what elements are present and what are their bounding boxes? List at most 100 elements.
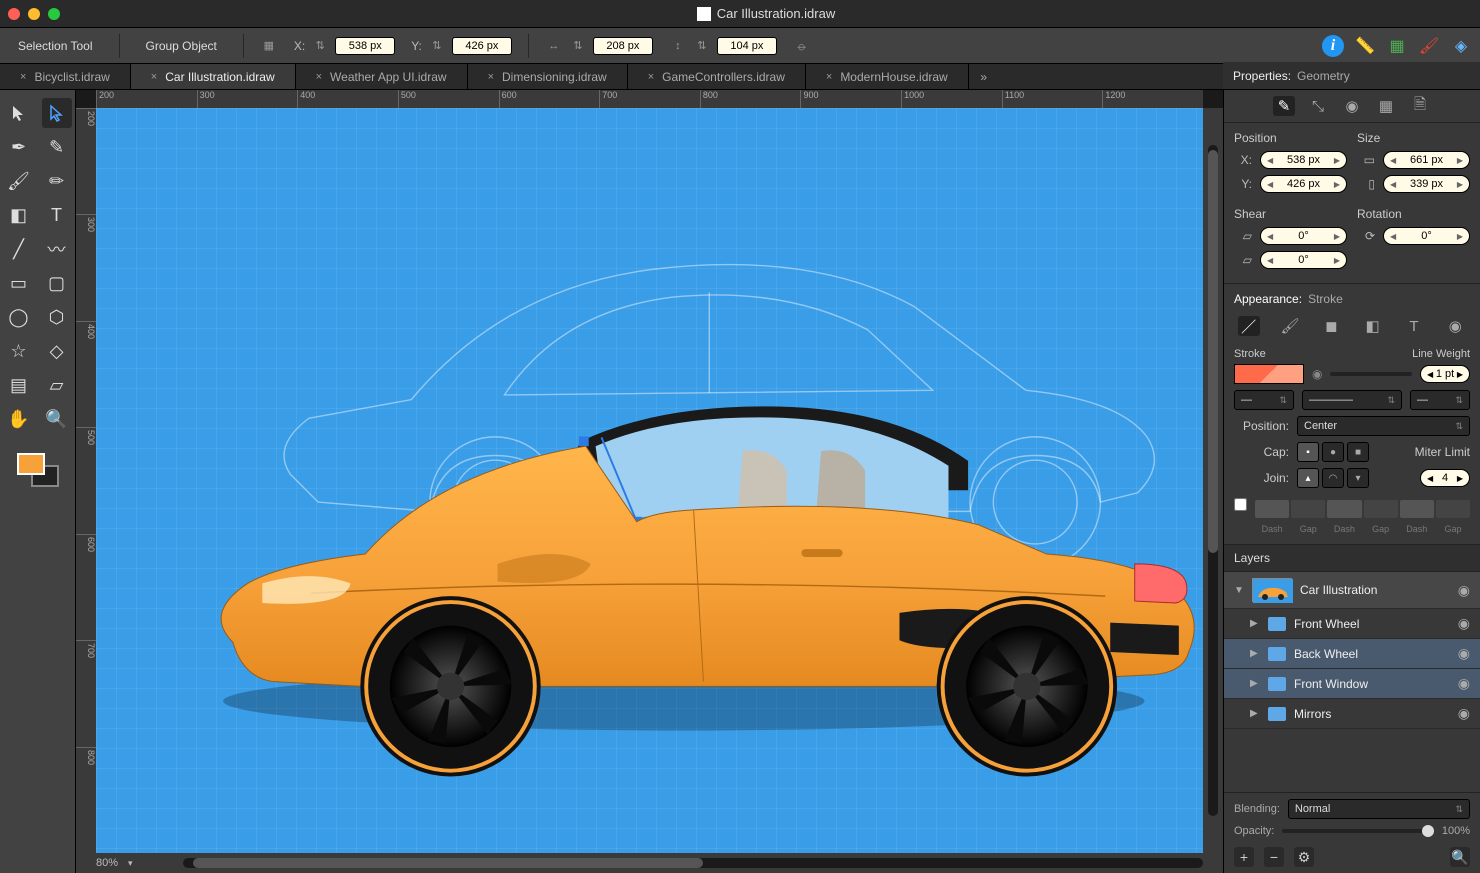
disclosure-icon[interactable]: ▶: [1250, 678, 1260, 689]
join-bevel[interactable]: ▾: [1347, 468, 1369, 488]
stepper-icon[interactable]: ⇅: [311, 39, 329, 53]
transform-tab-icon[interactable]: ⤡: [1307, 96, 1329, 116]
scrollbar-vertical[interactable]: [1203, 108, 1223, 853]
size-w-field[interactable]: ◀661 px▶: [1383, 151, 1470, 169]
shear-h-field[interactable]: ◀0°▶: [1260, 227, 1347, 245]
eraser-tool[interactable]: ◧: [4, 200, 34, 230]
close-icon[interactable]: ×: [151, 71, 157, 83]
close-icon[interactable]: ×: [826, 71, 832, 83]
tab-dimensioning[interactable]: ×Dimensioning.idraw: [468, 64, 628, 89]
layer-mirrors[interactable]: ▶ Mirrors ◉: [1224, 699, 1480, 729]
zoom-tool[interactable]: 🔍: [42, 404, 72, 434]
minimize-window-button[interactable]: [28, 8, 40, 20]
shadow-tab-icon[interactable]: ◧: [1362, 316, 1384, 336]
height-field[interactable]: 104 px: [717, 37, 777, 55]
paint-icon[interactable]: 🖌: [1418, 35, 1440, 57]
cap-square[interactable]: ■: [1347, 442, 1369, 462]
group-object-button[interactable]: Group Object: [136, 39, 227, 53]
stroke-color-swatch[interactable]: [1234, 364, 1304, 384]
visibility-icon[interactable]: ◉: [1458, 645, 1470, 662]
scrollbar-horizontal[interactable]: [183, 858, 1203, 868]
dash-pattern-combo[interactable]: ————⇅: [1302, 390, 1402, 410]
visibility-icon[interactable]: ◉: [1458, 615, 1470, 632]
text-tab-icon[interactable]: T: [1403, 316, 1425, 336]
selection-tool[interactable]: [42, 98, 72, 128]
ellipse-tool[interactable]: ◯: [4, 302, 34, 332]
rotation-field[interactable]: ◀0°▶: [1383, 227, 1470, 245]
ruler-horizontal[interactable]: 200300400500600700800900100011001200: [96, 90, 1203, 108]
pen-tool[interactable]: ✒: [4, 132, 34, 162]
visibility-toggle[interactable]: ◉: [1312, 367, 1322, 381]
rectangle-tool[interactable]: ▭: [4, 268, 34, 298]
polygon-tool[interactable]: ⬡: [42, 302, 72, 332]
end-arrow-combo[interactable]: —⇅: [1410, 390, 1470, 410]
stepper-icon[interactable]: ⇅: [428, 39, 446, 53]
start-arrow-combo[interactable]: —⇅: [1234, 390, 1294, 410]
line-tool[interactable]: ╱: [4, 234, 34, 264]
color-wells[interactable]: [14, 450, 62, 490]
lineweight-field[interactable]: ◀1 pt▶: [1420, 365, 1470, 383]
maximize-window-button[interactable]: [48, 8, 60, 20]
close-window-button[interactable]: [8, 8, 20, 20]
curve-tool[interactable]: 〰: [42, 234, 72, 264]
grid-tab-icon[interactable]: ▦: [1375, 96, 1397, 116]
layer-master[interactable]: ▼ Car Illustration ◉: [1224, 572, 1480, 609]
disclosure-icon[interactable]: ▶: [1250, 648, 1260, 659]
y-field[interactable]: 426 px: [452, 37, 512, 55]
page-tab-icon[interactable]: 🗎: [1409, 96, 1431, 116]
close-icon[interactable]: ×: [648, 71, 654, 83]
disclosure-icon[interactable]: ▶: [1250, 708, 1260, 719]
canvas[interactable]: [96, 108, 1203, 853]
crop-tool[interactable]: ▤: [4, 370, 34, 400]
info-icon[interactable]: i: [1322, 35, 1344, 57]
zoom-level[interactable]: 80%: [96, 857, 118, 869]
ruler-vertical[interactable]: 200300400500600700800: [76, 108, 96, 853]
nib-tool[interactable]: ✎: [42, 132, 72, 162]
opacity-slider[interactable]: [1282, 829, 1434, 833]
tabs-overflow[interactable]: »: [969, 64, 999, 89]
stepper-icon[interactable]: ⇅: [693, 39, 711, 53]
stepper-icon[interactable]: ⇅: [569, 39, 587, 53]
cap-round[interactable]: ●: [1322, 442, 1344, 462]
pencil-tool[interactable]: ✏: [42, 166, 72, 196]
align-icon[interactable]: ▦: [260, 39, 278, 53]
layer-front-wheel[interactable]: ▶ Front Wheel ◉: [1224, 609, 1480, 639]
ruler-icon[interactable]: 📏: [1354, 35, 1376, 57]
blend-tab-icon[interactable]: ◉: [1341, 96, 1363, 116]
pos-x-field[interactable]: ◀538 px▶: [1260, 151, 1347, 169]
close-icon[interactable]: ×: [316, 71, 322, 83]
car-illustration[interactable]: [96, 108, 1203, 853]
add-layer-button[interactable]: +: [1234, 847, 1254, 867]
weight-slider[interactable]: [1330, 372, 1412, 376]
join-round[interactable]: ◠: [1322, 468, 1344, 488]
join-miter[interactable]: ▴: [1297, 468, 1319, 488]
miterlimit-field[interactable]: ◀4▶: [1420, 469, 1470, 487]
stroke-position-combo[interactable]: Center⇅: [1297, 416, 1470, 436]
visibility-icon[interactable]: ◉: [1458, 582, 1470, 599]
visibility-icon[interactable]: ◉: [1458, 705, 1470, 722]
close-icon[interactable]: ×: [488, 71, 494, 83]
tab-gamecontrollers[interactable]: ×GameControllers.idraw: [628, 64, 806, 89]
diamond-tool[interactable]: ◇: [42, 336, 72, 366]
blending-combo[interactable]: Normal⇅: [1288, 799, 1470, 819]
tab-modernhouse[interactable]: ×ModernHouse.idraw: [806, 64, 969, 89]
layer-back-wheel[interactable]: ▶ Back Wheel ◉: [1224, 639, 1480, 669]
fx-tab-icon[interactable]: ◉: [1444, 316, 1466, 336]
shear-v-field[interactable]: ◀0°▶: [1260, 251, 1347, 269]
lock-aspect-icon[interactable]: ⦵: [793, 39, 811, 53]
width-field[interactable]: 208 px: [593, 37, 653, 55]
disclosure-icon[interactable]: ▶: [1250, 618, 1260, 629]
grid-icon[interactable]: ▦: [1386, 35, 1408, 57]
close-icon[interactable]: ×: [20, 71, 26, 83]
x-field[interactable]: 538 px: [335, 37, 395, 55]
layer-front-window[interactable]: ▶ Front Window ◉: [1224, 669, 1480, 699]
hand-tool[interactable]: ✋: [4, 404, 34, 434]
disclosure-icon[interactable]: ▼: [1234, 585, 1244, 596]
dash-gap-fields[interactable]: [1255, 500, 1470, 518]
tab-weather-app[interactable]: ×Weather App UI.idraw: [296, 64, 468, 89]
brush-tool[interactable]: 🖌: [4, 166, 34, 196]
move-tool[interactable]: [4, 98, 34, 128]
stroke-tab-icon[interactable]: ／: [1238, 316, 1260, 336]
pos-y-field[interactable]: ◀426 px▶: [1260, 175, 1347, 193]
brush-tab-icon[interactable]: 🖌: [1279, 316, 1301, 336]
